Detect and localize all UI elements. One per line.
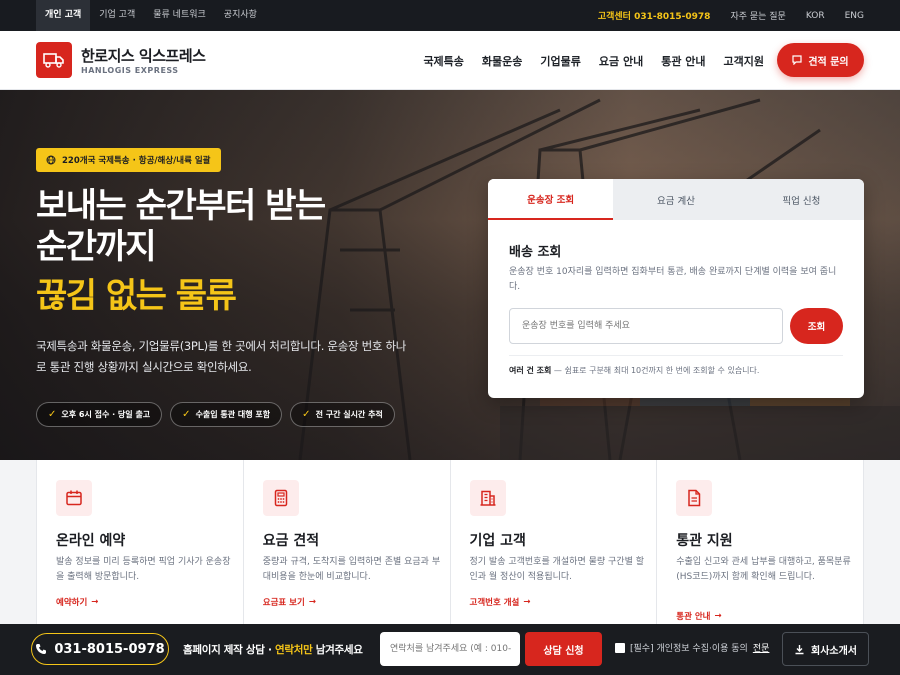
hero-headline-line-3: 끊김 없는 물류 (36, 276, 237, 316)
arrow-right-icon: → (308, 597, 316, 607)
service-link-rates[interactable]: 요금표 보기 → (263, 596, 316, 608)
top-utility-bar: 개인 고객 기업 고객 물류 네트워크 공지사항 고객센터 031-8015-0… (0, 0, 900, 31)
hero-chip: ✓ 오후 6시 접수 · 당일 출고 (36, 402, 163, 427)
contact-phone-input[interactable] (380, 632, 520, 666)
tracking-subtitle: 운송장 번호 10자리를 입력하면 집화부터 통관, 배송 완료까지 단계별 이… (509, 267, 837, 292)
tracking-submit-button[interactable]: 조회 (790, 308, 843, 344)
nav-item-customs[interactable]: 통관 안내 (661, 53, 705, 69)
service-title: 요금 견적 (262, 533, 320, 549)
chip-label: 오후 6시 접수 · 당일 출고 (61, 410, 151, 419)
tracking-card: 운송장 조회 요금 계산 픽업 신청 배송 조회 운송장 번호 10자리를 입력… (488, 179, 864, 398)
hero-section: 220개국 국제특송 · 항공/해상/내륙 일괄 보내는 순간부터 받는 순간까… (0, 90, 900, 460)
privacy-checkbox[interactable] (615, 642, 625, 653)
divider (509, 355, 843, 356)
service-link-label: 고객번호 개설 (469, 598, 520, 608)
tracking-note-bold: 여러 건 조회 (509, 366, 552, 375)
hotline-text[interactable]: 고객센터 031-8015-0978 (598, 9, 711, 22)
topbar-right: 고객센터 031-8015-0978 자주 묻는 질문 KOR ENG (598, 0, 864, 31)
tab-business[interactable]: 기업 고객 (90, 0, 144, 31)
building-icon (469, 480, 506, 516)
tab-network[interactable]: 물류 네트워크 (144, 0, 215, 31)
service-title: 기업 고객 (469, 533, 526, 549)
chip-label: 전 구간 실시간 추적 (315, 410, 383, 419)
check-icon: ✓ (48, 409, 57, 420)
check-icon: ✓ (302, 409, 311, 420)
service-desc: 발송 정보를 미리 등록하면 픽업 기사가 운송장을 출력해 방문합니다. (56, 557, 231, 582)
lang-eng[interactable]: ENG (845, 11, 864, 21)
service-link-label: 요금표 보기 (262, 598, 305, 608)
document-icon (676, 480, 713, 516)
tab-rate-calc[interactable]: 요금 계산 (613, 179, 738, 220)
service-link-label: 통관 안내 (676, 612, 711, 622)
company-brochure-button[interactable]: 회사소개서 (782, 632, 869, 666)
hero-headline-line-1: 보내는 순간부터 받는 (36, 186, 326, 226)
service-desc: 정기 발송 고객번호를 개설하면 물량 구간별 할인과 월 정산이 적용됩니다. (469, 557, 645, 582)
hero-chips: ✓ 오후 6시 접수 · 당일 출고 ✓ 수출입 통관 대행 포함 ✓ 전 구간 실시… (36, 402, 395, 427)
tracking-title: 배송 조회 (509, 245, 562, 260)
faq-link[interactable]: 자주 묻는 질문 (730, 9, 785, 22)
service-desc: 수출입 신고와 관세 납부를 대행하고, 품목분류(HS코드)까지 함께 확인해… (676, 557, 851, 582)
service-desc: 중량과 규격, 도착지를 입력하면 존별 요금과 부대비용을 한눈에 비교합니다… (262, 557, 441, 582)
contact-message-suffix: 남겨주세요 (312, 644, 363, 656)
hero-headline-line-2: 순간까지 (36, 227, 157, 267)
logo-name[interactable]: 한로지스 익스프레스 (81, 45, 206, 66)
privacy-terms-link[interactable]: 전문 (753, 641, 770, 654)
privacy-consent: [필수] 개인정보 수집·이용 동의 전문 (615, 641, 769, 654)
privacy-consent-label: [필수] 개인정보 수집·이용 동의 (630, 644, 748, 654)
hero-badge: 220개국 국제특송 · 항공/해상/내륙 일괄 (36, 148, 221, 172)
contact-message: 홈페이지 제작 상담 · 연락처만 남겨주세요 (183, 642, 363, 657)
tracking-number-input[interactable] (509, 308, 783, 344)
globe-icon (46, 155, 56, 165)
service-link-corporate[interactable]: 고객번호 개설 → (470, 596, 531, 608)
quote-button[interactable]: 견적 문의 (777, 43, 864, 77)
download-icon (795, 644, 804, 654)
phone-icon (36, 644, 47, 654)
hero-description: 국제특송과 화물운송, 기업물류(3PL)를 한 곳에서 처리합니다. 운송장 … (36, 339, 407, 374)
main-nav: 국제특송 화물운송 기업물류 요금 안내 통관 안내 고객지원 (423, 31, 764, 90)
lang-kor[interactable]: KOR (806, 11, 825, 21)
company-brochure-label: 회사소개서 (811, 645, 857, 657)
hero-chip: ✓ 전 구간 실시간 추적 (290, 402, 395, 427)
logo-subname: HANLOGIS EXPRESS (81, 66, 179, 75)
tracking-note: 여러 건 조회 — 쉼표로 구분해 최대 10건까지 한 번에 조회할 수 있습… (509, 365, 759, 376)
tab-personal[interactable]: 개인 고객 (36, 0, 91, 31)
nav-item-freight[interactable]: 화물운송 (482, 53, 522, 69)
service-link-label: 예약하기 (56, 598, 88, 608)
chat-icon (792, 55, 802, 65)
service-link-customs[interactable]: 통관 안내 → (676, 610, 721, 622)
arrow-right-icon: → (714, 611, 722, 621)
tracking-note-text: — 쉼표로 구분해 최대 10건까지 한 번에 조회할 수 있습니다. (551, 366, 760, 375)
tab-pickup[interactable]: 픽업 신청 (739, 179, 864, 220)
phone-button[interactable]: 031-8015-0978 (31, 633, 169, 665)
chip-label: 수출입 통관 대행 포함 (195, 410, 271, 419)
nav-item-rates[interactable]: 요금 안내 (599, 53, 643, 69)
truck-icon[interactable] (36, 42, 72, 78)
tracking-tabs: 운송장 조회 요금 계산 픽업 신청 (488, 179, 864, 220)
contact-message-highlight: 연락처만 (275, 644, 313, 656)
hero-chip: ✓ 수출입 통관 대행 포함 (170, 402, 283, 427)
service-link-booking[interactable]: 예약하기 → (56, 596, 98, 608)
contact-message-prefix: 홈페이지 제작 상담 · (183, 644, 275, 656)
nav-item-international[interactable]: 국제특송 (423, 53, 463, 69)
service-title: 통관 지원 (676, 533, 733, 549)
service-title: 온라인 예약 (56, 533, 126, 549)
bottom-contact-bar: 031-8015-0978 홈페이지 제작 상담 · 연락처만 남겨주세요 상담… (0, 624, 900, 675)
hero-badge-text: 220개국 국제특송 · 항공/해상/내륙 일괄 (62, 156, 211, 166)
nav-item-support[interactable]: 고객지원 (724, 53, 764, 69)
arrow-right-icon: → (523, 597, 531, 607)
calendar-icon (56, 480, 92, 516)
site-header: 한로지스 익스프레스 HANLOGIS EXPRESS 국제특송 화물운송 기업… (0, 31, 900, 90)
check-icon: ✓ (182, 409, 191, 420)
nav-item-corporate[interactable]: 기업물류 (540, 53, 580, 69)
phone-number: 031-8015-0978 (54, 641, 165, 657)
tab-tracking[interactable]: 운송장 조회 (488, 179, 614, 220)
consult-submit-button[interactable]: 상담 신청 (525, 632, 602, 666)
quote-button-label: 견적 문의 (808, 56, 849, 68)
tab-notice[interactable]: 공지사항 (215, 0, 266, 31)
arrow-right-icon: → (91, 597, 99, 607)
calculator-icon (262, 480, 299, 516)
